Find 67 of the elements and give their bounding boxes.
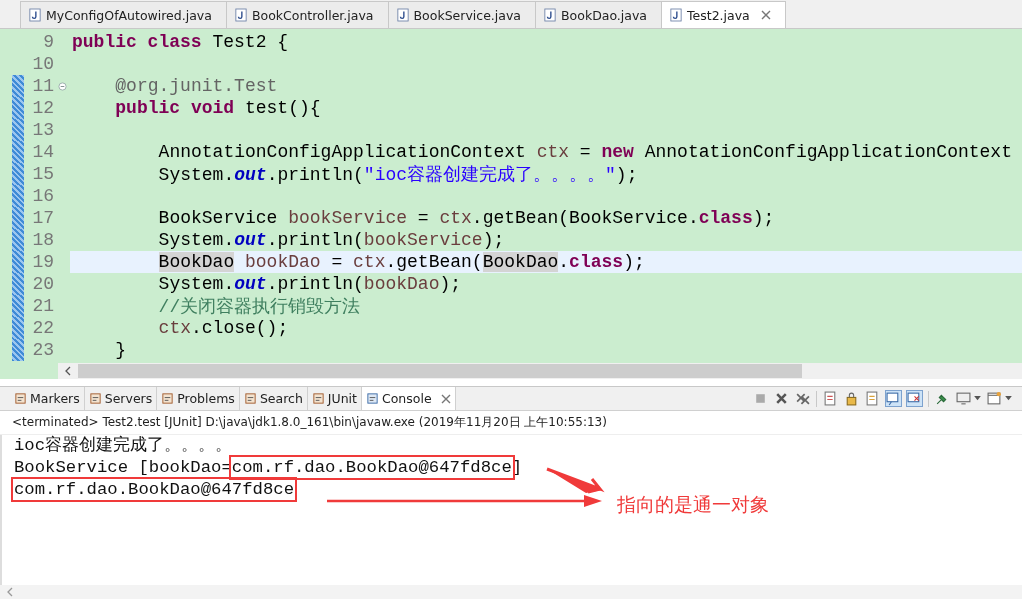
line-number: 16 <box>31 186 54 206</box>
editor-tab[interactable]: MyConfigOfAutowired.java <box>20 1 227 28</box>
line-number: 21 <box>31 296 54 316</box>
caret-icon[interactable] <box>974 396 981 401</box>
fold-icon[interactable] <box>57 81 67 91</box>
view-tab[interactable]: Servers <box>84 387 158 410</box>
remove-icon[interactable] <box>774 391 789 406</box>
monitor-icon[interactable] <box>956 391 971 406</box>
line-number: 9 <box>42 32 54 52</box>
line-number: 14 <box>31 142 54 162</box>
code-line: } <box>115 340 127 360</box>
line-number: 11 <box>31 76 54 96</box>
line-number: 12 <box>31 98 54 118</box>
document-icon[interactable] <box>823 391 838 406</box>
editor-tab[interactable]: BookDao.java <box>535 1 662 28</box>
view-icon <box>365 392 379 405</box>
pin-icon[interactable] <box>935 391 950 406</box>
view-tab[interactable]: Problems <box>157 387 240 410</box>
console-icon[interactable] <box>907 391 922 406</box>
close-icon[interactable] <box>760 10 771 20</box>
view-tab[interactable]: Markers <box>10 387 85 410</box>
caret-icon[interactable] <box>1005 396 1012 401</box>
java-file-icon <box>234 8 247 22</box>
line-number: 19 <box>31 252 54 272</box>
code-line: BookService bookService = ctx.getBean(BookService.class); <box>158 208 775 228</box>
line-number: 20 <box>31 274 54 294</box>
code-line: AnnotationConfigApplicationContext ctx = new AnnotationConfigApplicationContext <box>158 142 1012 162</box>
document-icon[interactable] <box>865 391 880 406</box>
code-line: //关闭容器执行销毁方法 <box>158 296 361 318</box>
editor-tab[interactable]: BookController.java <box>225 1 389 28</box>
java-file-icon <box>396 8 409 22</box>
lock-icon[interactable] <box>844 391 859 406</box>
line-number: 10 <box>31 54 54 74</box>
code-line: public class Test2 { <box>72 32 289 52</box>
view-icon <box>311 392 325 405</box>
scrollbar-thumb[interactable] <box>78 364 802 378</box>
view-tab[interactable]: JUnit <box>307 387 362 410</box>
line-number: 23 <box>31 340 54 360</box>
view-icon <box>161 392 175 405</box>
editor-tab[interactable]: Test2.java <box>661 1 786 28</box>
window-icon[interactable] <box>987 391 1002 406</box>
view-icon <box>88 392 102 405</box>
scroll-left-icon[interactable] <box>64 366 72 376</box>
line-number: 15 <box>31 164 54 184</box>
view-tab[interactable]: Search <box>239 387 308 410</box>
code-line: ctx.close(); <box>158 318 289 338</box>
line-number: 18 <box>31 230 54 250</box>
remove-all-icon[interactable] <box>795 391 810 406</box>
code-line: System.out.println(bookDao); <box>158 274 462 294</box>
console-icon[interactable] <box>886 391 901 406</box>
java-file-icon <box>544 8 556 22</box>
view-icon <box>14 392 27 405</box>
line-number: 13 <box>31 120 54 140</box>
view-icon <box>243 392 257 405</box>
code-line: public void test(){ <box>115 98 321 118</box>
console-line: ioc容器创建完成了。。。。 <box>14 435 234 457</box>
close-icon[interactable] <box>440 393 451 404</box>
editor-tab[interactable]: BookService.java <box>387 1 536 28</box>
code-line: System.out.println("ioc容器创建完成了。。。。"); <box>158 164 638 186</box>
line-number: 22 <box>31 318 54 338</box>
code-line: BookDao bookDao = ctx.getBean(BookDao.class); <box>158 252 645 272</box>
view-tab[interactable]: Console <box>361 387 456 410</box>
code-line: System.out.println(bookService); <box>158 230 505 250</box>
java-file-icon <box>29 8 41 22</box>
code-line: @org.junit.Test <box>115 76 278 96</box>
java-file-icon <box>670 8 682 22</box>
line-number: 17 <box>31 208 54 228</box>
